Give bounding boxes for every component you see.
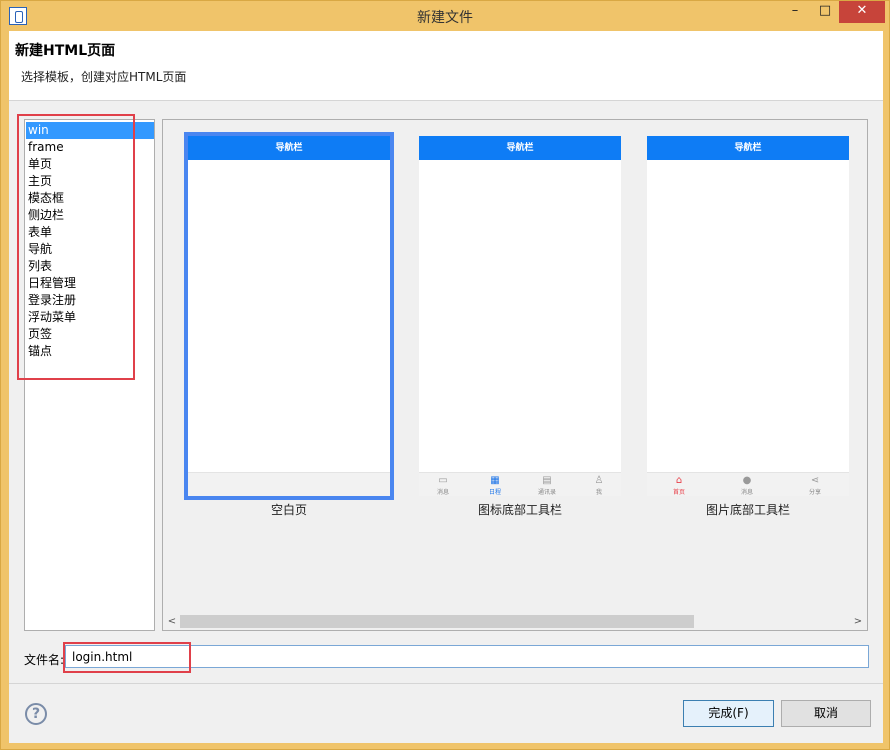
preview-tab: ▭ 消息 — [423, 475, 463, 496]
scroll-right-arrow[interactable]: > — [850, 613, 866, 630]
preview-tab: ♙ 我 — [579, 475, 619, 496]
contacts-icon: ▤ — [542, 475, 552, 486]
finish-button[interactable]: 完成(F) — [683, 700, 774, 727]
page-description: 选择模板，创建对应HTML页面 — [21, 70, 187, 84]
share-icon: ⋖ — [810, 475, 820, 486]
template-preview-panel: < > 导航栏 空白页 导航栏 ▭ 消息 ▦ 日程 ▤ 通讯录 ♙ 我图标底部工具栏 导航栏 ⌂ 首页 ● 消… — [162, 119, 868, 631]
preview-nav-bar: 导航栏 — [188, 136, 390, 160]
preview-tab-label: 分享 — [808, 489, 821, 496]
preview-nav-bar: 导航栏 — [419, 136, 621, 160]
preview-tab: ● 消息 — [727, 475, 767, 496]
filename-label: 文件名: — [24, 653, 65, 667]
preview-tab-label: 首页 — [672, 489, 685, 496]
preview-tab-label: 通讯录 — [537, 489, 556, 496]
preview-tab: ⋖ 分享 — [795, 475, 835, 496]
preview-tab-label: 消息 — [740, 489, 753, 496]
preview-tab-label: 日程 — [488, 489, 501, 496]
help-icon[interactable]: ? — [25, 703, 47, 725]
filename-highlight — [63, 642, 191, 673]
template-preview-card[interactable]: 导航栏 — [184, 132, 394, 500]
dialog-body: 新建HTML页面 选择模板，创建对应HTML页面 win frame 单页 主页 模态框… — [9, 31, 883, 743]
template-list-highlight — [17, 114, 135, 380]
close-button[interactable]: ✕ — [839, 1, 885, 23]
preview-tab: ▤ 通讯录 — [527, 475, 567, 496]
template-caption: 图片底部工具栏 — [705, 503, 790, 517]
preview-bottom-toolbar — [188, 472, 390, 496]
preview-tab: ⌂ 首页 — [659, 475, 699, 496]
page-title: 新建HTML页面 — [15, 43, 116, 59]
minimize-button[interactable]: – — [781, 1, 809, 23]
maximize-button[interactable]: □ — [811, 1, 839, 23]
template-caption: 图标底部工具栏 — [477, 503, 562, 517]
user-icon: ♙ — [594, 475, 604, 486]
preview-tab-label: 消息 — [436, 489, 449, 496]
calendar-icon: ▦ — [490, 475, 500, 486]
template-preview-card[interactable]: 导航栏 ▭ 消息 ▦ 日程 ▤ 通讯录 ♙ 我 — [419, 136, 621, 496]
header-panel: 新建HTML页面 选择模板，创建对应HTML页面 — [9, 31, 883, 101]
cancel-button[interactable]: 取消 — [781, 700, 871, 727]
horizontal-scrollbar[interactable]: < > — [164, 613, 866, 630]
template-preview-card[interactable]: 导航栏 ⌂ 首页 ● 消息 ⋖ 分享 — [647, 136, 849, 496]
chat-icon: ▭ — [438, 475, 448, 486]
window-title: 新建文件 — [417, 10, 473, 26]
scrollbar-thumb[interactable] — [180, 615, 694, 628]
preview-tab-label: 我 — [595, 489, 602, 496]
message-icon: ● — [742, 475, 752, 486]
template-caption: 空白页 — [270, 503, 307, 517]
home-icon: ⌂ — [675, 475, 683, 486]
new-file-dialog: 新建文件 – □ ✕ 新建HTML页面 选择模板，创建对应HTML页面 win f… — [0, 0, 890, 750]
preview-nav-bar: 导航栏 — [647, 136, 849, 160]
preview-bottom-toolbar: ⌂ 首页 ● 消息 ⋖ 分享 — [647, 472, 849, 496]
preview-bottom-toolbar: ▭ 消息 ▦ 日程 ▤ 通讯录 ♙ 我 — [419, 472, 621, 496]
preview-tab: ▦ 日程 — [475, 475, 515, 496]
title-bar[interactable]: 新建文件 – □ ✕ — [1, 1, 889, 31]
footer-divider — [9, 683, 883, 684]
scroll-left-arrow[interactable]: < — [164, 613, 180, 630]
